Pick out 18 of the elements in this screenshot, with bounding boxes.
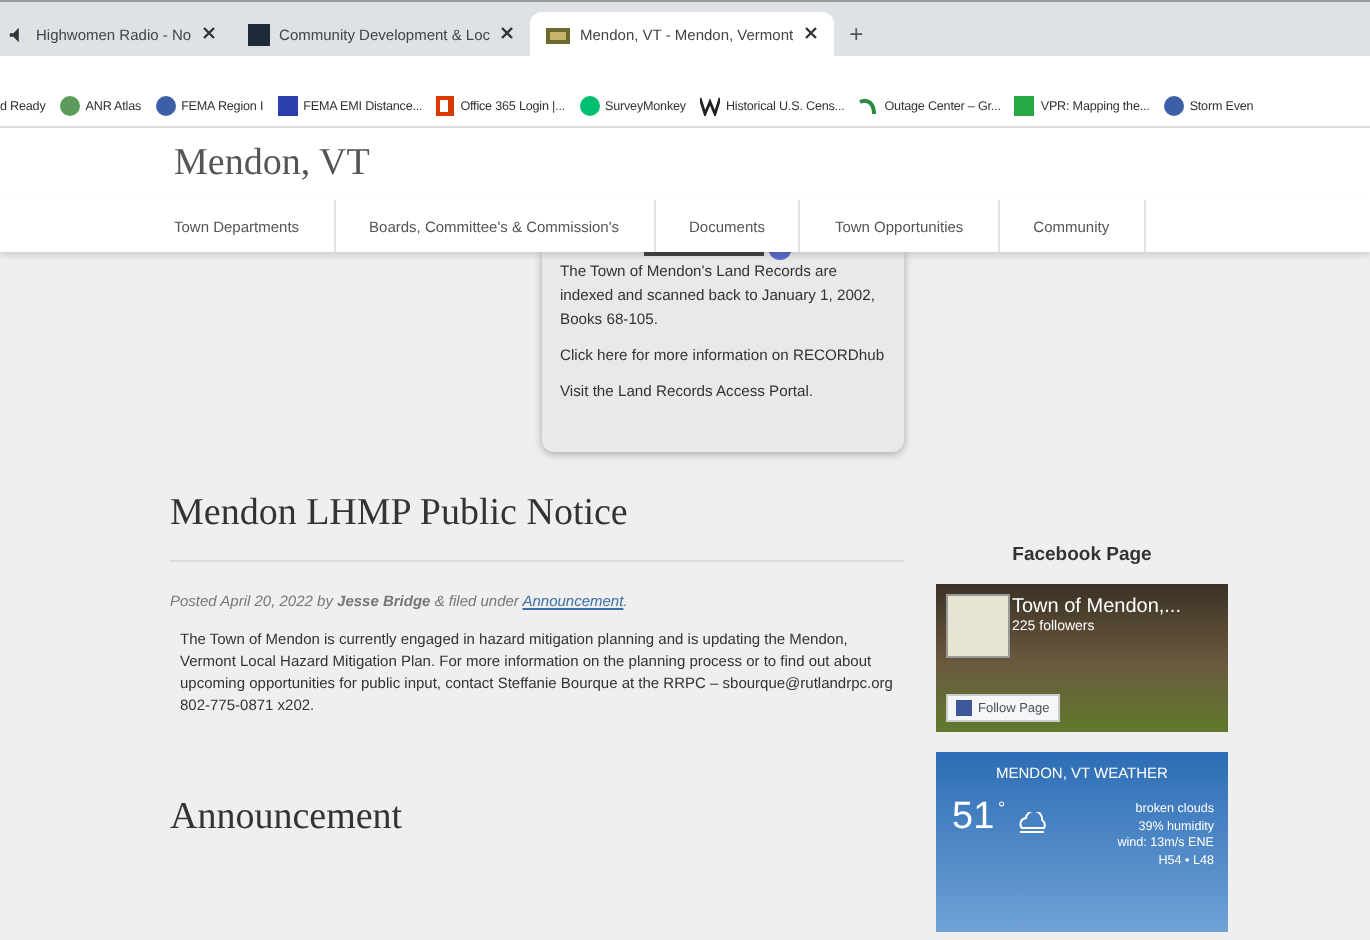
- close-icon[interactable]: [201, 24, 216, 44]
- square-icon: [277, 96, 298, 116]
- degree-sign: °: [998, 798, 1006, 818]
- sheet-icon: [1014, 96, 1035, 116]
- office-icon: [436, 96, 455, 116]
- facebook-icon: [956, 700, 972, 716]
- close-icon[interactable]: [803, 24, 818, 44]
- new-tab-button[interactable]: +: [833, 20, 880, 56]
- facebook-heading: Facebook Page: [1010, 544, 1154, 566]
- r-logo-icon: [247, 23, 270, 45]
- w-icon: [699, 96, 720, 116]
- page-name[interactable]: Town of Mendon,...: [1012, 596, 1181, 618]
- site-title[interactable]: Mendon, VT: [174, 142, 370, 186]
- cloud-icon: [1016, 812, 1052, 836]
- post-title[interactable]: Mendon LHMP Public Notice: [170, 492, 904, 536]
- close-icon[interactable]: [500, 24, 515, 44]
- temperature: 51: [952, 796, 995, 840]
- post-title[interactable]: Announcement: [170, 796, 904, 840]
